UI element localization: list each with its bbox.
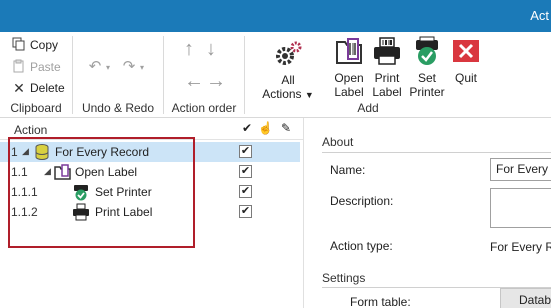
- quit-label: Quit: [454, 71, 477, 85]
- description-label: Description:: [330, 194, 394, 208]
- about-section-title: About: [322, 135, 354, 149]
- action-column-header: Action: [14, 123, 48, 137]
- properties-panel: About Name: For Every R Description: Act…: [304, 118, 551, 308]
- set-printer-label-1: Set: [417, 71, 436, 85]
- quit-icon: [448, 36, 484, 69]
- move-down-icon[interactable]: ↓: [206, 38, 216, 61]
- print-label-button[interactable]: Print Label: [369, 36, 405, 99]
- open-label-button[interactable]: Open Label: [329, 36, 369, 99]
- redo-icon: ↷: [122, 58, 136, 75]
- row-label: Open Label: [75, 165, 138, 179]
- set-printer-button[interactable]: Set Printer: [407, 36, 447, 99]
- pencil-icon: ✎: [280, 121, 292, 135]
- row-number: 1: [11, 145, 18, 159]
- database-icon: [33, 143, 51, 161]
- action-order-group-label: Action order: [171, 101, 237, 115]
- copy-label: Copy: [30, 38, 59, 52]
- open-label-label-1: Open: [334, 71, 364, 85]
- ribbon: Copy Paste ✕ Delete Clipboard ↶ ▾ ↷ ▾ Un…: [0, 32, 551, 118]
- action-order-group: ↑ ↓ ← → Action order: [164, 32, 244, 118]
- undo-redo-group-label: Undo & Redo: [81, 101, 155, 115]
- delete-label: Delete: [30, 81, 65, 95]
- redo-button[interactable]: ↷ ▾: [121, 58, 144, 76]
- row-number: 1.1: [11, 165, 28, 179]
- clipboard-group-label: Clipboard: [10, 101, 62, 115]
- gears-icon: [259, 40, 317, 71]
- clipboard-group: Copy Paste ✕ Delete Clipboard: [0, 32, 72, 118]
- set-printer-icon: [407, 36, 447, 69]
- action-list-panel: Action ✔ ☝ ✎ 1 ◢ For Every Record ✔ 1.1 …: [0, 118, 303, 308]
- print-label-label-1: Print: [374, 71, 400, 85]
- print-label-icon: [72, 203, 90, 221]
- name-label: Name:: [330, 163, 366, 177]
- checkmark-icon: ✔: [241, 121, 253, 135]
- all-actions-label-2: Actions: [262, 87, 302, 101]
- form-table-label: Form table:: [350, 295, 411, 308]
- action-row-set-printer[interactable]: 1.1.1 Set Printer ✔: [0, 182, 300, 202]
- undo-icon: ↶: [88, 58, 102, 75]
- action-type-label: Action type:: [330, 239, 393, 253]
- paste-icon: [11, 59, 27, 75]
- description-field[interactable]: [490, 188, 551, 228]
- row-number: 1.1.1: [11, 185, 38, 199]
- action-row-open-label[interactable]: 1.1 ◢ Open Label ✔: [0, 162, 300, 182]
- move-left-icon[interactable]: ←: [184, 70, 204, 93]
- paste-button[interactable]: Paste: [11, 58, 61, 76]
- paste-label: Paste: [30, 60, 61, 74]
- window-title: Act: [530, 8, 549, 23]
- open-label-icon: [329, 36, 369, 69]
- row-number: 1.1.2: [11, 205, 38, 219]
- hand-icon: ☝: [258, 121, 273, 135]
- settings-section-title: Settings: [322, 271, 366, 285]
- all-actions-label-1: All: [281, 73, 295, 87]
- printer-icon: [369, 36, 405, 69]
- collapse-icon[interactable]: ◢: [22, 146, 29, 157]
- enabled-checkbox[interactable]: ✔: [239, 185, 252, 198]
- title-bar: Act: [0, 0, 551, 32]
- action-list-header: Action ✔ ☝ ✎: [0, 118, 303, 140]
- copy-button[interactable]: Copy: [11, 36, 58, 54]
- open-label-icon: [54, 163, 72, 181]
- section-divider: [322, 152, 551, 153]
- collapse-icon[interactable]: ◢: [44, 166, 51, 177]
- row-label: For Every Record: [55, 145, 150, 159]
- row-label: Set Printer: [95, 185, 152, 199]
- action-type-value: For Every Re: [490, 240, 551, 254]
- copy-icon: [11, 37, 27, 53]
- print-label-label-2: Label: [372, 85, 402, 99]
- undo-dropdown-icon: ▾: [106, 62, 111, 72]
- redo-dropdown-icon: ▾: [140, 62, 145, 72]
- move-right-icon[interactable]: →: [206, 70, 226, 93]
- delete-button[interactable]: ✕ Delete: [11, 79, 65, 97]
- form-table-button[interactable]: Datab: [500, 288, 551, 308]
- enabled-checkbox[interactable]: ✔: [239, 205, 252, 218]
- add-group: All Actions ▼ Open Label Print Label Set…: [245, 32, 491, 118]
- undo-redo-group: ↶ ▾ ↷ ▾ Undo & Redo: [73, 32, 163, 118]
- set-printer-label-2: Printer: [409, 85, 445, 99]
- delete-icon: ✕: [13, 80, 25, 96]
- row-label: Print Label: [95, 205, 153, 219]
- enabled-checkbox[interactable]: ✔: [239, 145, 252, 158]
- name-field[interactable]: For Every R: [490, 158, 551, 181]
- all-actions-dropdown-icon: ▼: [304, 90, 314, 100]
- open-label-label-2: Label: [334, 85, 364, 99]
- action-row-print-label[interactable]: 1.1.2 Print Label ✔: [0, 202, 300, 222]
- enabled-checkbox[interactable]: ✔: [239, 165, 252, 178]
- undo-button[interactable]: ↶ ▾: [87, 58, 110, 76]
- quit-button[interactable]: Quit: [448, 36, 484, 85]
- action-row-for-every-record[interactable]: 1 ◢ For Every Record ✔: [0, 142, 300, 162]
- move-up-icon[interactable]: ↑: [184, 38, 194, 61]
- add-group-label: Add: [357, 101, 379, 115]
- set-printer-icon: [72, 183, 90, 201]
- all-actions-button[interactable]: All Actions ▼: [259, 40, 317, 102]
